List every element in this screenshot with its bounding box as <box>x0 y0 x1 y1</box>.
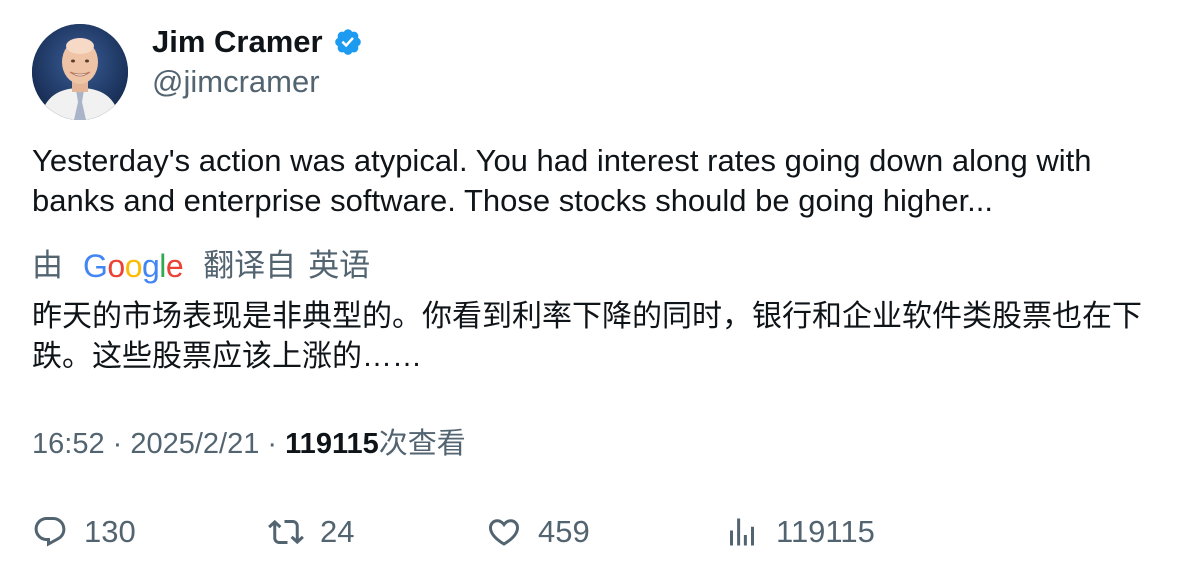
retweet-button[interactable]: 24 <box>268 510 354 554</box>
reply-button[interactable]: 130 <box>32 510 136 554</box>
retweet-icon <box>268 519 304 545</box>
tweet-text: Yesterday's action was atypical. You had… <box>32 143 1092 218</box>
tweet-date[interactable]: 2025/2/21 <box>130 428 259 460</box>
retweet-count: 24 <box>320 514 355 549</box>
avatar-portrait <box>32 24 128 120</box>
translation-source-language: 英语 <box>308 248 371 283</box>
tweet-time[interactable]: 16:52 <box>32 428 105 460</box>
views-button[interactable]: 119115 <box>724 510 875 554</box>
analytics-icon <box>730 518 754 546</box>
views-count: 119115 <box>285 428 379 460</box>
heart-icon <box>488 519 520 546</box>
translation-attribution: 由 Google 翻译自 英语 <box>32 246 370 286</box>
views-label: 次查看 <box>378 428 466 460</box>
translated-tweet-text: 昨天的市场表现是非典型的。你看到利率下降的同时，银行和企业软件类股票也在下跌。这… <box>32 300 1142 373</box>
reply-count: 130 <box>84 514 136 549</box>
translation-suffix: 翻译自 <box>203 248 297 283</box>
author-display-name[interactable]: Jim Cramer <box>152 22 323 62</box>
google-logo: Google <box>83 248 184 284</box>
author-handle[interactable]: @jimcramer <box>152 62 320 102</box>
like-count: 459 <box>538 514 590 549</box>
views-action-count: 119115 <box>776 514 875 549</box>
verified-badge-icon <box>334 29 361 55</box>
author-avatar[interactable] <box>32 24 128 120</box>
meta-separator: · <box>104 428 131 460</box>
meta-separator: · <box>259 428 286 460</box>
author-name-row[interactable]: Jim Cramer <box>152 22 363 62</box>
like-button[interactable]: 459 <box>486 510 590 554</box>
reply-icon <box>34 517 66 547</box>
tweet-meta: 16:52 · 2025/2/21 · 119115次查看 <box>32 424 466 464</box>
tweet-action-bar: 130 24 459 119115 <box>0 510 1196 554</box>
translation-prefix: 由 <box>32 248 63 283</box>
